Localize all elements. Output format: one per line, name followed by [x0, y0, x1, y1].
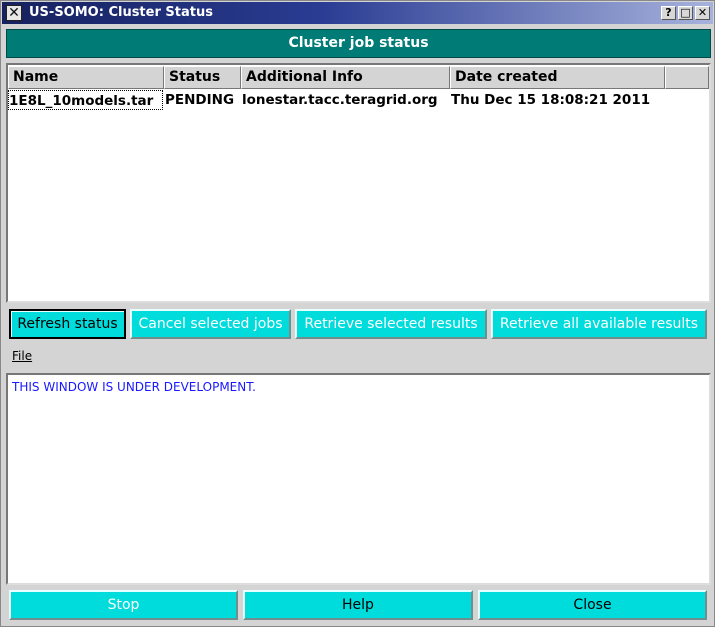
retrieve-all-results-button[interactable]: Retrieve all available results — [491, 309, 707, 339]
jobs-table[interactable]: Name Status Additional Info Date created… — [6, 63, 711, 303]
cancel-selected-jobs-button[interactable]: Cancel selected jobs — [130, 309, 291, 339]
help-button[interactable]: Help — [243, 590, 473, 620]
cell-status[interactable]: PENDING — [165, 90, 242, 110]
cell-name[interactable]: 1E8L_10models.tar — [8, 90, 163, 110]
window-title: US-SOMO: Cluster Status — [29, 5, 213, 20]
close-icon: ✕ — [697, 6, 708, 19]
cell-date[interactable]: Thu Dec 15 18:08:21 2011 — [451, 90, 671, 110]
log-output[interactable]: THIS WINDOW IS UNDER DEVELOPMENT. — [6, 373, 711, 585]
maximize-button[interactable]: □ — [678, 6, 693, 20]
table-row[interactable]: 1E8L_10models.tar PENDING lonestar.tacc.… — [8, 90, 709, 110]
retrieve-selected-results-button[interactable]: Retrieve selected results — [295, 309, 487, 339]
menu-bar: File — [6, 343, 711, 369]
column-header-name[interactable]: Name — [8, 66, 164, 89]
cluster-status-window: ✕ US-SOMO: Cluster Status ? □ ✕ Cluster … — [0, 0, 715, 627]
column-header-status[interactable]: Status — [164, 66, 241, 89]
column-header-filler — [665, 66, 709, 89]
header-title: Cluster job status — [288, 35, 429, 51]
question-icon: ? — [665, 6, 672, 19]
log-message: THIS WINDOW IS UNDER DEVELOPMENT. — [12, 380, 256, 394]
maximize-icon: □ — [680, 6, 691, 19]
menu-file[interactable]: File — [12, 348, 32, 364]
cell-info[interactable]: lonestar.tacc.teragrid.org — [242, 90, 452, 110]
x-icon[interactable]: ✕ — [6, 5, 22, 21]
close-title-button[interactable]: ✕ — [695, 6, 710, 20]
title-bar[interactable]: ✕ US-SOMO: Cluster Status ? □ ✕ — [2, 2, 713, 24]
column-header-date[interactable]: Date created — [450, 66, 665, 89]
help-title-button[interactable]: ? — [661, 6, 676, 20]
header-banner: Cluster job status — [6, 29, 711, 58]
close-button[interactable]: Close — [478, 590, 707, 620]
refresh-status-button[interactable]: Refresh status — [9, 309, 126, 339]
column-header-info[interactable]: Additional Info — [241, 66, 450, 89]
stop-button[interactable]: Stop — [9, 590, 238, 620]
